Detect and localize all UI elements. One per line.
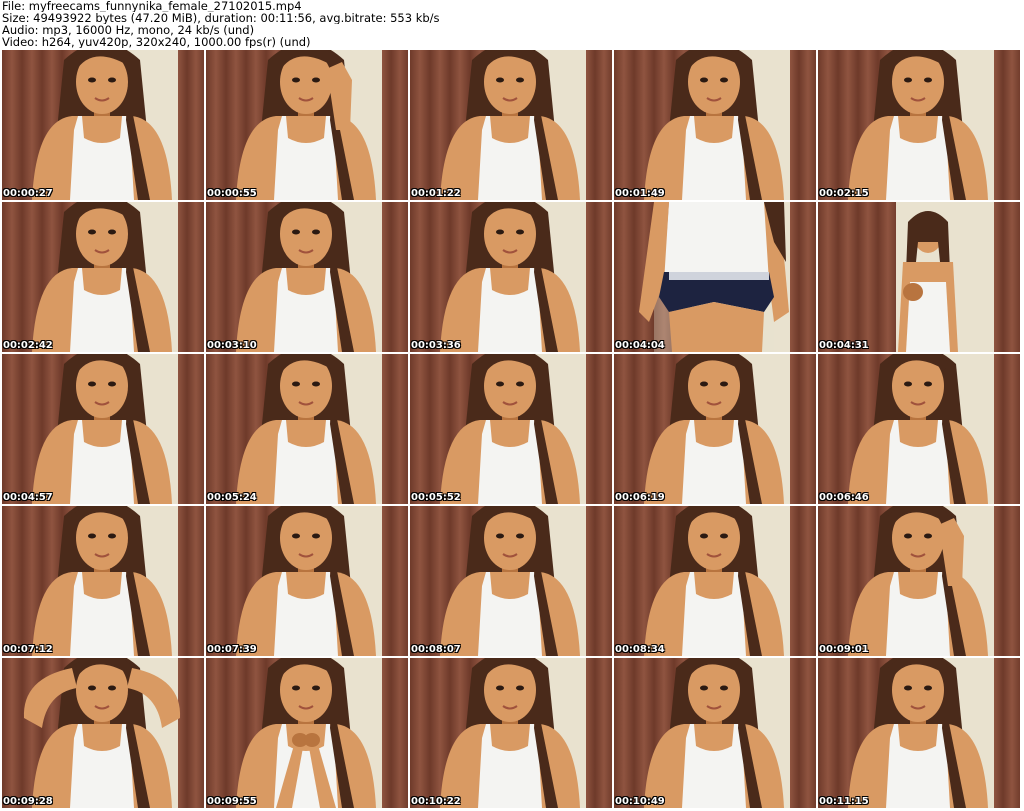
video-thumbnail: 00:04:04 [614,202,816,352]
person-figure [644,658,784,808]
timestamp-label: 00:06:46 [819,492,869,503]
timestamp-label: 00:05:24 [207,492,257,503]
video-thumbnail: 00:04:31 [818,202,1020,352]
timestamp-label: 00:08:07 [411,644,461,655]
file-size-line: Size: 49493922 bytes (47.20 MiB), durati… [2,12,440,24]
person-figure [848,506,988,656]
timestamp-label: 00:09:28 [3,796,53,807]
video-thumbnail: 00:10:22 [410,658,612,808]
timestamp-label: 00:03:10 [207,340,257,351]
thumbnail-grid: 00:00:27 00:00:55 00:01:22 00:01:49 00:02:15… [2,50,1022,810]
video-thumbnail: 00:07:12 [2,506,204,656]
timestamp-label: 00:02:15 [819,188,869,199]
video-thumbnail: 00:08:07 [410,506,612,656]
video-thumbnail: 00:03:10 [206,202,408,352]
video-thumbnail: 00:10:49 [614,658,816,808]
timestamp-label: 00:00:27 [3,188,53,199]
timestamp-label: 00:09:01 [819,644,869,655]
file-name-line: File: myfreecams_funnynika_female_271020… [2,0,302,12]
person-figure [848,50,988,200]
person-figure [32,354,172,504]
timestamp-label: 00:05:52 [411,492,461,503]
timestamp-label: 00:03:36 [411,340,461,351]
video-thumbnail: 00:11:15 [818,658,1020,808]
video-thumbnail: 00:02:42 [2,202,204,352]
person-figure [644,506,784,656]
person-figure [236,50,376,200]
video-thumbnail: 00:01:22 [410,50,612,200]
timestamp-label: 00:04:04 [615,340,665,351]
contact-sheet: File: myfreecams_funnynika_female_271020… [0,0,1024,811]
person-figure [236,506,376,656]
video-thumbnail: 00:05:52 [410,354,612,504]
video-info-line: Video: h264, yuv420p, 320x240, 1000.00 f… [2,36,311,48]
person-figure [898,211,958,352]
person-figure [848,354,988,504]
timestamp-label: 00:00:55 [207,188,257,199]
person-figure [644,354,784,504]
timestamp-label: 00:10:22 [411,796,461,807]
person-figure [440,50,580,200]
person-figure [23,658,181,808]
timestamp-label: 00:01:22 [411,188,461,199]
person-figure [639,202,789,352]
file-info-header: File: myfreecams_funnynika_female_271020… [2,0,1020,50]
timestamp-label: 00:04:57 [3,492,53,503]
video-thumbnail: 00:01:49 [614,50,816,200]
video-thumbnail: 00:07:39 [206,506,408,656]
video-thumbnail: 00:09:28 [2,658,204,808]
video-thumbnail: 00:03:36 [410,202,612,352]
person-figure [440,658,580,808]
video-thumbnail: 00:00:55 [206,50,408,200]
person-figure [32,50,172,200]
person-figure [236,354,376,504]
timestamp-label: 00:07:12 [3,644,53,655]
video-thumbnail: 00:04:57 [2,354,204,504]
timestamp-label: 00:10:49 [615,796,665,807]
person-figure [236,202,376,352]
person-figure [236,658,376,808]
person-figure [440,506,580,656]
person-figure [32,506,172,656]
timestamp-label: 00:02:42 [3,340,53,351]
video-thumbnail: 00:02:15 [818,50,1020,200]
video-thumbnail: 00:00:27 [2,50,204,200]
person-figure [644,50,784,200]
video-thumbnail: 00:09:01 [818,506,1020,656]
video-thumbnail: 00:05:24 [206,354,408,504]
timestamp-label: 00:07:39 [207,644,257,655]
video-thumbnail: 00:08:34 [614,506,816,656]
video-thumbnail: 00:06:46 [818,354,1020,504]
person-figure [848,658,988,808]
timestamp-label: 00:09:55 [207,796,257,807]
timestamp-label: 00:04:31 [819,340,869,351]
person-figure [440,354,580,504]
timestamp-label: 00:11:15 [819,796,869,807]
timestamp-label: 00:01:49 [615,188,665,199]
audio-info-line: Audio: mp3, 16000 Hz, mono, 24 kb/s (und… [2,24,255,36]
person-figure [32,202,172,352]
timestamp-label: 00:08:34 [615,644,665,655]
video-thumbnail: 00:06:19 [614,354,816,504]
timestamp-label: 00:06:19 [615,492,665,503]
person-figure [440,202,580,352]
video-thumbnail: 00:09:55 [206,658,408,808]
